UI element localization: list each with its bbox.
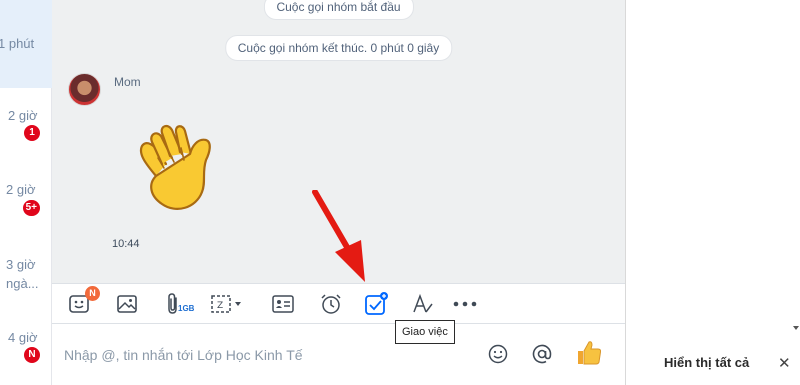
emoji-button[interactable] [484, 340, 512, 368]
conversation-item[interactable]: 2 giờ 5+ [0, 158, 52, 228]
system-message: Cuộc gọi nhóm kết thúc. 0 phút 0 giây [224, 35, 453, 61]
conversation-time: 3 giờ ngà... [6, 257, 39, 291]
conversation-time: 4 giờ [8, 330, 38, 345]
message-composer [52, 323, 625, 385]
right-panel [625, 0, 800, 385]
unread-badge: N [24, 347, 40, 363]
annotation-arrow-icon [312, 190, 365, 282]
text-format-icon [413, 293, 433, 313]
at-sign-icon [532, 344, 552, 364]
conversation-item[interactable]: 4 giờ N [0, 308, 52, 385]
scroll-down-icon[interactable] [793, 326, 799, 330]
conversation-time: 1 phút [0, 36, 35, 51]
reminder-button[interactable] [314, 288, 348, 320]
tooltip: Giao việc [395, 320, 455, 344]
screenshot-button[interactable]: Z [208, 288, 252, 320]
system-message: Cuộc gọi nhóm bắt đầu [263, 0, 414, 20]
unread-badge: 1 [24, 125, 40, 141]
contact-card-button[interactable] [266, 288, 300, 320]
conversation-time: 2 giờ [8, 108, 38, 123]
message-input[interactable] [64, 342, 464, 368]
file-size-label: 1GB [178, 304, 195, 313]
conversation-item[interactable]: 2 giờ 1 [0, 88, 52, 158]
conversation-time: 2 giờ [6, 182, 36, 197]
waving-hand-icon[interactable] [136, 124, 232, 221]
unread-badge: 5+ [22, 200, 40, 216]
avatar[interactable] [68, 73, 101, 106]
conversation-item[interactable]: 1 phút [0, 0, 52, 88]
image-button[interactable] [110, 288, 144, 320]
conversation-item[interactable]: 3 giờ ngà... [0, 228, 52, 308]
text-format-button[interactable] [406, 288, 440, 320]
new-badge: N [85, 286, 100, 301]
assign-task-button[interactable] [359, 288, 393, 320]
sticker-button[interactable]: N [62, 286, 100, 320]
image-icon [117, 295, 137, 313]
svg-text:Z: Z [217, 301, 223, 311]
app-window: 1 phút 2 giờ 1 2 giờ 5+ 3 giờ ngà... 4 g… [0, 0, 800, 385]
contact-card-icon [272, 295, 294, 313]
alarm-clock-icon [321, 294, 341, 314]
thumbs-up-icon [578, 341, 602, 365]
conversation-list: 1 phút 2 giờ 1 2 giờ 5+ 3 giờ ngà... 4 g… [0, 0, 52, 385]
mention-button[interactable] [528, 340, 556, 368]
more-options-button[interactable] [448, 288, 482, 320]
scrollbar[interactable] [789, 0, 800, 340]
message-time: 10:44 [112, 238, 140, 250]
show-all-link[interactable]: Hiển thị tất cả [664, 355, 749, 370]
close-icon[interactable]: ✕ [778, 354, 791, 372]
more-dots-icon [453, 301, 477, 307]
task-check-icon [365, 292, 388, 315]
smiley-icon [488, 344, 508, 364]
screenshot-icon: Z [211, 295, 241, 313]
sender-name: Mom [114, 75, 141, 89]
like-button[interactable] [572, 336, 606, 370]
